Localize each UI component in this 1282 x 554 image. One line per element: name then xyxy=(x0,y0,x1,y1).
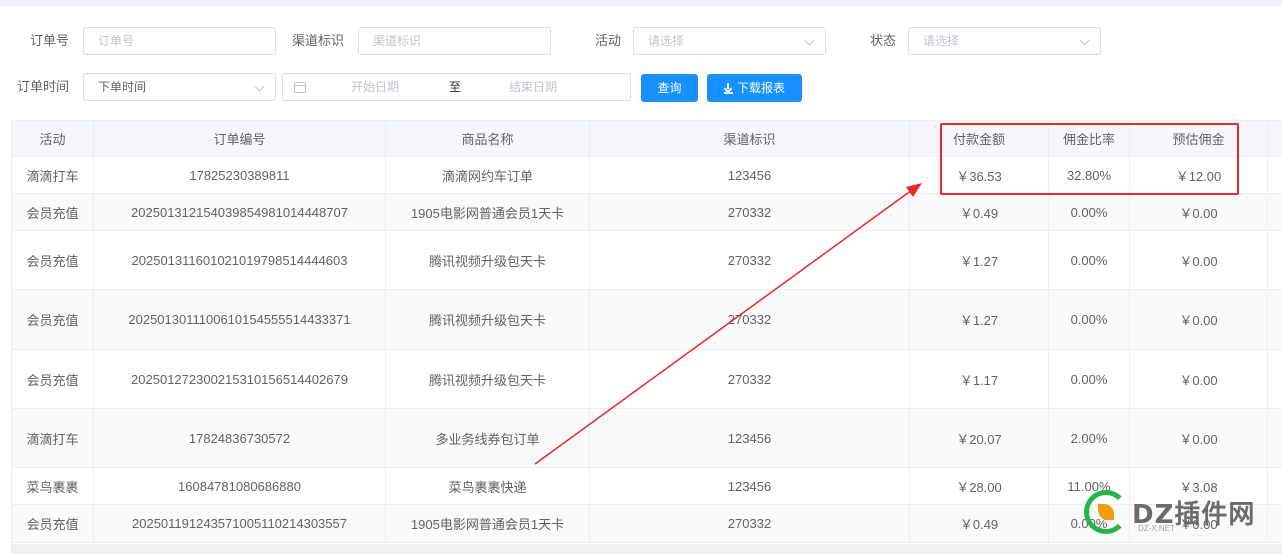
annotation-arrow xyxy=(534,183,922,465)
arrow-head xyxy=(906,183,922,197)
watermark-sub: DZ-X.NET xyxy=(1138,524,1175,533)
arrow-line xyxy=(534,189,913,465)
watermark-logo: DZ插件网 DZ-X.NET xyxy=(1082,488,1277,538)
horizontal-scrollbar[interactable] xyxy=(11,544,1282,554)
